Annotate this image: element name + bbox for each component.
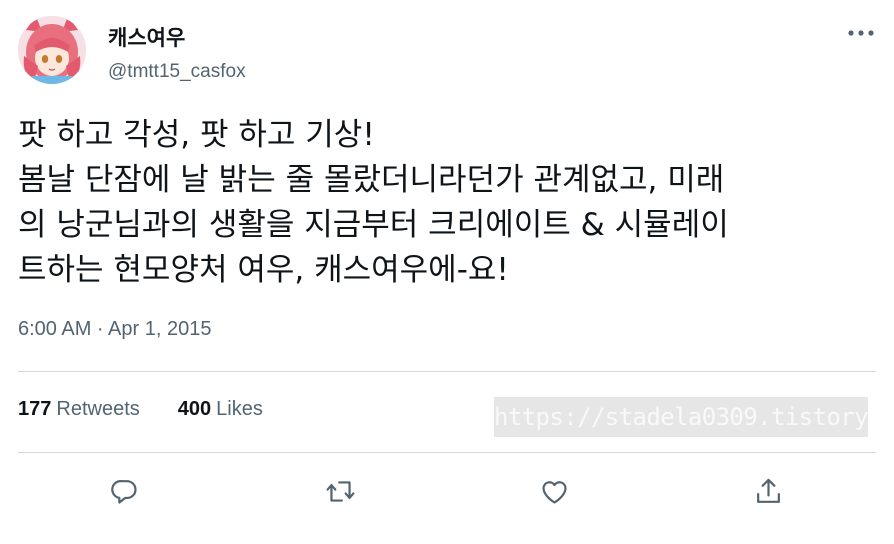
avatar[interactable] [18, 16, 86, 84]
more-options-button[interactable] [846, 20, 876, 46]
tweet-text: 팟 하고 각성, 팟 하고 기상! 봄날 단잠에 날 밝는 줄 몰랐더니라던가 … [18, 113, 878, 293]
share-icon [756, 478, 780, 503]
divider [18, 452, 876, 453]
reply-icon [110, 479, 136, 504]
display-name[interactable]: 캐스여우 [108, 22, 185, 52]
tweet-line: 의 낭군님과의 생활을 지금부터 크리에이트 & 시뮬레이 [18, 207, 729, 243]
tweet-line: 트하는 현모양처 여우, 캐스여우에-요! [18, 252, 509, 288]
engagement-stats: 177 Retweets 400 Likes [18, 398, 263, 421]
watermark: https://stadela0309.tistory.com [494, 397, 868, 437]
likes-count: 400 [177, 398, 212, 420]
divider [18, 371, 876, 372]
reply-button[interactable] [107, 474, 141, 508]
retweets-label: Retweets [56, 398, 140, 420]
heart-icon [541, 480, 567, 504]
retweets-stat[interactable]: 177 Retweets [18, 398, 140, 421]
retweet-icon [325, 480, 355, 502]
retweets-count: 177 [18, 398, 52, 420]
avatar-image [18, 16, 86, 84]
likes-label: Likes [216, 398, 263, 420]
user-handle[interactable]: @tmtt15_casfox [108, 61, 246, 83]
tweet-timestamp[interactable]: 6:00 AM · Apr 1, 2015 [18, 318, 211, 341]
like-button[interactable] [537, 474, 571, 508]
more-horizontal-icon [848, 30, 874, 36]
likes-stat[interactable]: 400 Likes [178, 398, 263, 421]
share-button[interactable] [751, 474, 785, 508]
retweet-button[interactable] [323, 474, 357, 508]
tweet-line: 봄날 단잠에 날 밝는 줄 몰랐더니라던가 관계없고, 미래 [18, 162, 725, 198]
tweet-line: 팟 하고 각성, 팟 하고 기상! [18, 117, 375, 153]
